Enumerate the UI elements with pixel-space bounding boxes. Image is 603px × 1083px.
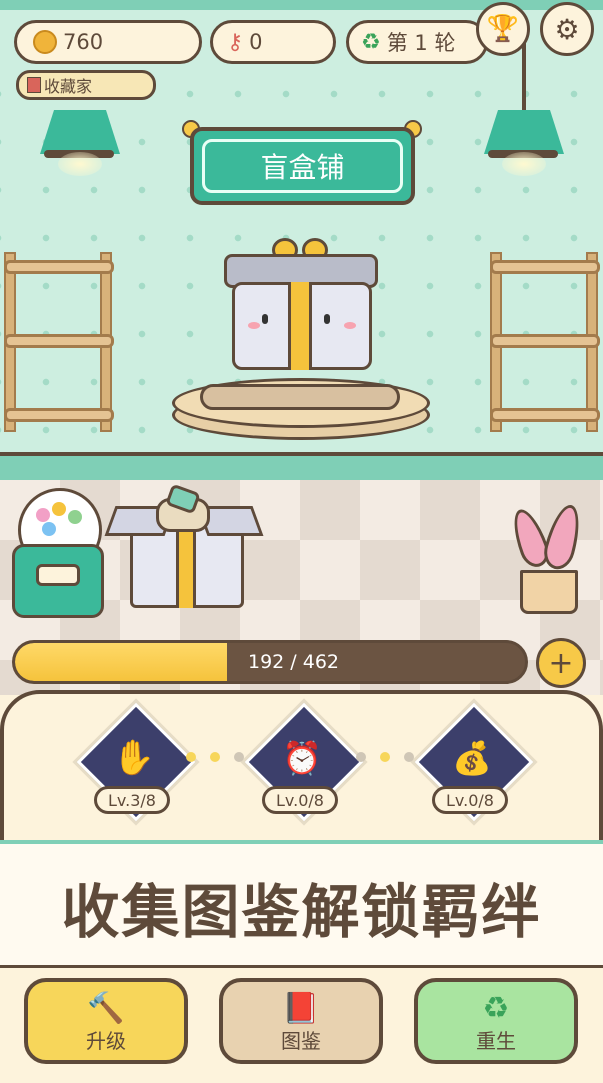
money-bag-icon: 💰 [452,739,492,777]
blind-box-eye-right [324,314,330,324]
upgrade-level-2: Lv.0/8 [262,786,338,814]
progress-text: 192 / 462 [248,651,340,673]
add-progress-button[interactable]: + [536,638,586,688]
connector-dot [210,752,220,762]
hand-icon: ✋ [112,738,156,778]
key-count: 0 [249,30,263,54]
connector-dot [356,752,366,762]
connector-dot [186,752,196,762]
collection-button-label: 图鉴 [281,1029,321,1053]
collector-tag[interactable]: 收藏家 [16,70,156,100]
alarm-clock-icon: ⏰ [282,739,322,777]
collector-tag-label: 收藏家 [44,77,93,96]
promo-banner-text: 收集图鉴解锁羁绊 [61,877,542,946]
shop-sign-label: 盲盒铺 [202,139,403,193]
settings-button[interactable]: ⚙ [540,2,594,56]
promo-banner: 收集图鉴解锁羁绊 [0,840,603,969]
potted-plant [506,501,587,614]
book-icon: 📕 [282,991,320,1026]
upgrade-button[interactable]: 🔨 升级 [24,978,188,1064]
rebirth-button[interactable]: ♻ 重生 [414,978,578,1064]
key-counter: ⚷ 0 [210,20,336,64]
blind-box-eye-left [262,314,268,324]
blind-box[interactable] [222,236,382,376]
round-label: 第 1 轮 [386,31,456,55]
upgrade-level-1: Lv.3/8 [94,786,170,814]
opened-box[interactable] [104,483,264,612]
hammer-icon: 🔨 [87,991,125,1026]
coin-icon [33,30,57,54]
lamp-left [40,90,120,180]
recycle-round-icon: ♻ [361,29,381,55]
connector-dot [234,752,244,762]
upgrade-slot-3[interactable]: 💰 Lv.0/8 [410,698,538,826]
round-counter: ♻ 第 1 轮 [346,20,488,64]
upgrade-slot-2[interactable]: ⏰ Lv.0/8 [240,698,368,826]
upgrade-level-3: Lv.0/8 [432,786,508,814]
gear-icon: ⚙ [554,12,580,46]
coin-counter: 760 [14,20,202,64]
upgrade-button-label: 升级 [86,1029,126,1053]
connector-dot [380,752,390,762]
progress-fill [15,643,227,681]
recycle-icon: ♻ [482,991,510,1026]
shelf-right [490,252,600,432]
collection-progress-bar: 192 / 462 [12,640,528,684]
trophy-icon: 🏆 [486,14,520,44]
trophy-button[interactable]: 🏆 [476,2,530,56]
connector-dot [404,752,414,762]
key-icon: ⚷ [227,29,244,55]
upgrade-slot-1[interactable]: ✋ Lv.3/8 [72,698,200,826]
book-icon [27,77,41,93]
coin-count: 760 [63,30,104,54]
gumball-machine[interactable] [12,488,104,620]
rebirth-button-label: 重生 [476,1029,516,1053]
lamp-right [484,40,564,180]
shelf-left [4,252,114,432]
shop-sign: 盲盒铺 [190,127,415,205]
pedestal[interactable] [172,372,430,442]
collection-button[interactable]: 📕 图鉴 [219,978,383,1064]
